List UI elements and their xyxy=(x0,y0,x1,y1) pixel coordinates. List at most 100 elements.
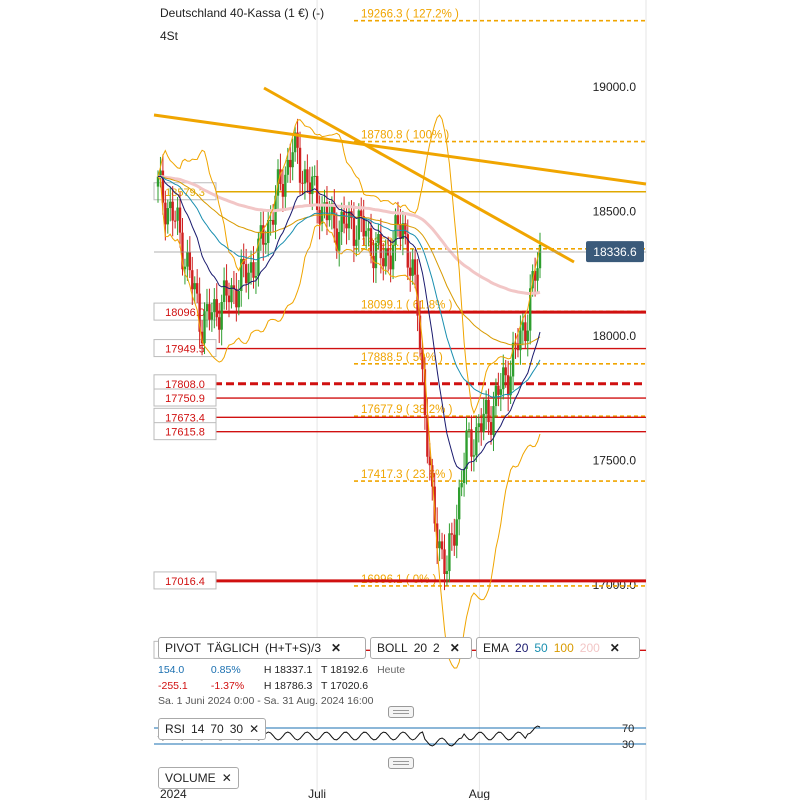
candle-body xyxy=(178,207,182,233)
candle-body xyxy=(357,210,360,240)
candle-body xyxy=(254,275,258,278)
candle-body xyxy=(396,215,400,226)
candle-body xyxy=(313,175,316,177)
trend-line-lower xyxy=(263,86,575,264)
boll-close-icon[interactable]: ✕ xyxy=(450,641,460,655)
candle-body xyxy=(281,183,285,197)
candle-body xyxy=(360,210,363,217)
low-today: T 18192.6 xyxy=(321,664,369,676)
candle-body xyxy=(252,262,255,278)
candle-body xyxy=(504,367,507,376)
candle-body xyxy=(443,549,446,575)
candle-body xyxy=(457,487,461,520)
fib-level-label: 17888.5 ( 50% ) xyxy=(361,352,443,364)
candle-body xyxy=(218,317,221,330)
candle-body xyxy=(462,468,466,484)
ema-close-icon[interactable]: ✕ xyxy=(610,641,620,655)
y-tick-label: 19000.0 xyxy=(593,80,637,94)
level-badge-label: 17615.8 xyxy=(165,427,205,439)
candle-body xyxy=(188,252,192,271)
candle-body xyxy=(213,299,216,313)
stats-row-today: 154.0 0.85% H 18337.1 T 18192.6 Heute xyxy=(158,664,411,676)
pane-resize-handle[interactable] xyxy=(388,706,414,718)
candle-body xyxy=(384,248,387,267)
pivot-indicator-chip[interactable]: PIVOT TÄGLICH (H+T+S)/3 ✕ xyxy=(158,637,366,659)
candle-body xyxy=(440,541,444,550)
candle-body xyxy=(308,182,312,195)
candle-body xyxy=(176,207,179,221)
candle-body xyxy=(399,225,402,239)
candle-body xyxy=(492,406,495,435)
candle-body xyxy=(215,299,218,318)
pivot-formula: (H+T+S)/3 xyxy=(265,641,322,655)
candle-body xyxy=(379,234,383,259)
candle-body xyxy=(203,311,206,344)
candle-body xyxy=(470,429,473,457)
ema-name: EMA xyxy=(483,641,510,655)
level-badge-label: 17949.5 xyxy=(165,344,205,356)
candle-body xyxy=(222,280,226,303)
pivot-close-icon[interactable]: ✕ xyxy=(331,641,341,655)
candle-body xyxy=(289,159,292,168)
candle-body xyxy=(271,219,275,225)
candle-body xyxy=(494,385,498,407)
candle-body xyxy=(448,533,451,572)
boll-dev: 2 xyxy=(433,641,440,655)
ema-100: 100 xyxy=(553,641,574,655)
candle-body xyxy=(193,283,196,290)
timeframe-label[interactable]: 4St xyxy=(160,29,178,43)
candle-body xyxy=(166,208,169,225)
candle-body xyxy=(509,376,512,396)
candle-body xyxy=(413,259,417,275)
candle-body xyxy=(482,413,485,432)
candle-body xyxy=(291,152,294,168)
rsi-indicator-chip[interactable]: RSI 14 70 30 ✕ xyxy=(158,718,267,740)
volume-indicator-chip[interactable]: VOLUME ✕ xyxy=(158,767,239,789)
pane-resize-handle-2[interactable] xyxy=(388,757,414,769)
candle-body xyxy=(521,322,525,331)
candle-body xyxy=(460,483,463,488)
candle-body xyxy=(472,455,476,457)
candle-body xyxy=(475,427,478,456)
candle-body xyxy=(347,211,351,229)
candle-body xyxy=(445,571,449,575)
candle-body xyxy=(450,533,454,535)
candle-body xyxy=(526,330,529,342)
candle-body xyxy=(208,304,211,320)
candle-body xyxy=(480,423,483,432)
x-tick-label: Juli xyxy=(308,787,326,800)
change-today: 154.0 xyxy=(158,664,185,676)
fib-level-label: 17677.9 ( 38.2% ) xyxy=(361,404,453,416)
y-tick-label: 18500.0 xyxy=(593,205,637,219)
boll-period: 20 xyxy=(413,641,428,655)
candle-body xyxy=(477,423,480,428)
price-chart[interactable]: 2024 Juli Aug17000.017500.018000.018500.01… xyxy=(0,0,800,800)
fib-level-label: 18780.8 ( 100% ) xyxy=(361,130,449,142)
ema-indicator-chip[interactable]: EMA 20 50 100 200 ✕ xyxy=(476,637,640,659)
candle-body xyxy=(382,258,385,267)
fib-level-label: 19266.3 ( 127.2% ) xyxy=(361,9,459,21)
trend-line-upper xyxy=(153,113,647,186)
rsi-name: RSI xyxy=(165,722,186,736)
date-range: Sa. 1 Juni 2024 0:00 - Sa. 31 Aug. 2024 … xyxy=(158,695,374,707)
candle-body xyxy=(237,291,241,308)
candle-body xyxy=(164,202,167,225)
boll-indicator-chip[interactable]: BOLL 20 2 ✕ xyxy=(370,637,472,659)
ema-200: 200 xyxy=(579,641,600,655)
high-today: H 18337.1 xyxy=(263,664,313,676)
candle-body xyxy=(210,312,214,320)
candle-body xyxy=(205,304,209,312)
level-badge-label: 17016.4 xyxy=(165,576,205,588)
candle-body xyxy=(298,147,302,183)
volume-close-icon[interactable]: ✕ xyxy=(222,771,232,785)
candle-body xyxy=(455,519,458,546)
candle-body xyxy=(311,176,314,195)
candle-body xyxy=(284,174,287,197)
candle-body xyxy=(264,243,267,245)
rsi-close-icon[interactable]: ✕ xyxy=(249,722,259,736)
candle-body xyxy=(489,422,493,435)
rsi-lower: 30 xyxy=(229,722,244,736)
candle-body xyxy=(536,268,539,281)
candle-body xyxy=(467,429,471,431)
candle-body xyxy=(301,182,304,184)
